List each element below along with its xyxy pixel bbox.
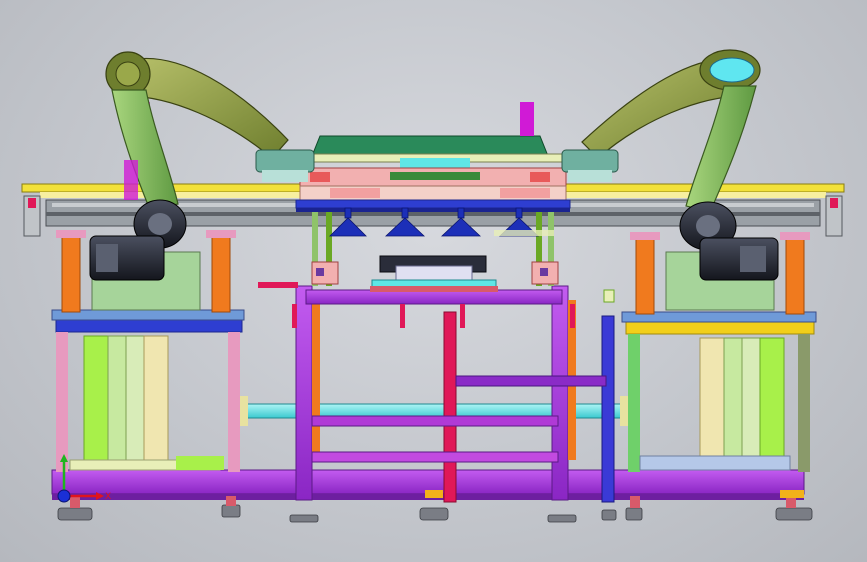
left-pedestal	[51, 309, 245, 472]
cad-viewport[interactable]: X	[0, 0, 867, 562]
z-axis-dot	[57, 489, 71, 503]
right-pedestal	[621, 311, 817, 472]
left-robot-arm	[89, 51, 315, 281]
right-robot-arm	[561, 49, 779, 281]
x-axis-label: X	[105, 492, 111, 502]
center-frame	[240, 282, 628, 503]
